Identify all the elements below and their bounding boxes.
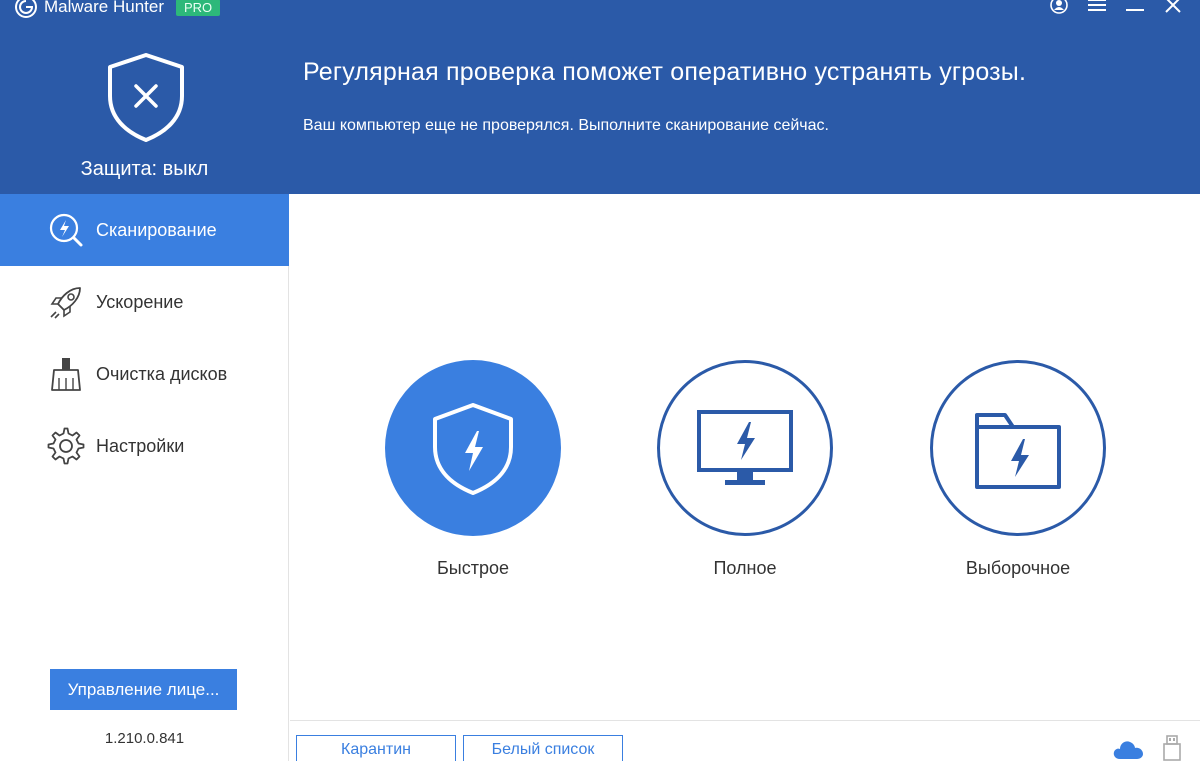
page-headline: Регулярная проверка поможет оперативно у… (303, 58, 1027, 86)
sidebar-item-label: Очистка дисков (96, 363, 228, 384)
full-scan-label: Полное (713, 558, 777, 578)
whitelist-button[interactable]: Белый список (463, 735, 623, 761)
custom-scan-label: Выборочное (965, 558, 1071, 578)
folder-lightning-icon (975, 413, 1061, 489)
sidebar-item-disk-cleanup[interactable]: Очистка дисков (0, 338, 289, 410)
protection-status: Защита: выкл (80, 158, 209, 180)
app-title-bar: Malware Hunter PRO (14, 0, 221, 18)
bottom-bar: Карантин Белый список (290, 720, 1200, 761)
main-panel: Быстрое Полное Выборочное Карантин Белый… (290, 194, 1200, 761)
minimize-icon[interactable] (1124, 0, 1146, 16)
sidebar-item-label: Сканирование (96, 219, 217, 240)
app-title: Malware Hunter (44, 0, 164, 16)
quick-scan-circle[interactable] (385, 360, 561, 536)
monitor-lightning-icon (697, 410, 793, 485)
sidebar: Сканирование Ускорение Очистка дисков На… (0, 194, 289, 761)
usb-icon[interactable] (1162, 735, 1182, 761)
quick-scan-label: Быстрое (436, 558, 510, 578)
sidebar-item-settings[interactable]: Настройки (0, 410, 289, 482)
pro-badge: PRO (176, 0, 221, 16)
full-scan-circle[interactable] (657, 360, 833, 536)
sidebar-item-label: Ускорение (96, 291, 184, 312)
shield-lightning-icon (433, 403, 513, 495)
page-subline: Ваш компьютер еще не проверялся. Выполни… (303, 117, 829, 134)
rocket-icon (46, 282, 86, 322)
close-icon[interactable] (1162, 0, 1184, 16)
quick-scan-button[interactable]: Быстрое (385, 360, 561, 579)
custom-scan-button[interactable]: Выборочное (930, 360, 1106, 579)
user-icon[interactable] (1048, 0, 1070, 16)
scan-icon (46, 210, 86, 250)
sidebar-item-speedup[interactable]: Ускорение (0, 266, 289, 338)
custom-scan-circle[interactable] (930, 360, 1106, 536)
menu-icon[interactable] (1086, 0, 1108, 16)
full-scan-button[interactable]: Полное (657, 360, 833, 579)
license-management-button[interactable]: Управление лице... (50, 669, 237, 710)
window-controls (1048, 0, 1184, 16)
version-label: 1.210.0.841 (104, 730, 185, 747)
app-logo-icon (15, 0, 37, 18)
sidebar-item-scan[interactable]: Сканирование (0, 194, 289, 266)
gear-icon (46, 426, 86, 466)
broom-icon (46, 354, 86, 394)
shield-off-icon (108, 53, 184, 142)
header-banner: Malware Hunter PRO Защита: выкл Регулярн… (0, 0, 1200, 194)
sidebar-item-label: Настройки (96, 435, 185, 456)
quarantine-button[interactable]: Карантин (296, 735, 456, 761)
cloud-icon[interactable] (1112, 737, 1144, 761)
